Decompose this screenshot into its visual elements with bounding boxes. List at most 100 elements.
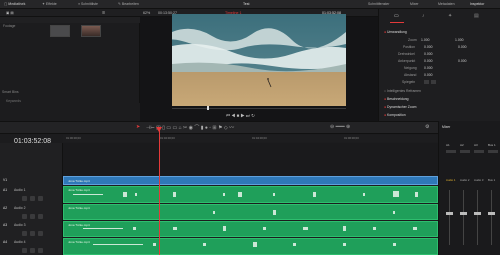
metadata-tab[interactable]: Metadaten xyxy=(438,2,455,6)
track-name[interactable]: Audio 1 xyxy=(14,188,26,192)
media-pool-header xyxy=(0,17,140,23)
anchor-x[interactable]: 0.000 xyxy=(424,59,433,63)
rotation-label: Drehwinkel xyxy=(398,52,415,56)
inspector-tab[interactable]: Inspektor xyxy=(470,2,484,6)
zoom-label: Zoom xyxy=(408,38,417,42)
yaw-value[interactable]: 0.000 xyxy=(424,73,433,77)
mute-button[interactable] xyxy=(38,196,43,201)
eq-slot[interactable] xyxy=(474,150,484,153)
pitch-value[interactable]: 0.000 xyxy=(424,66,433,70)
media-pool-tab[interactable]: ▢ Mediathek xyxy=(4,2,25,6)
lock-icon[interactable] xyxy=(22,248,27,253)
ruler-label: 01:06:00;00 xyxy=(344,136,359,140)
track-id: A1 xyxy=(3,188,8,192)
channel-label: Audio 1 xyxy=(446,178,456,182)
audio-waveforms xyxy=(73,191,418,247)
flip-v-button[interactable] xyxy=(431,80,436,84)
mixer-channel: Bus 1 xyxy=(488,143,496,147)
rotation-value[interactable]: 0.000 xyxy=(424,52,433,56)
zoom-y[interactable]: 1.000 xyxy=(455,38,464,42)
effects-tab-icon[interactable]: ✦ xyxy=(448,13,452,19)
track-name[interactable]: Audio 3 xyxy=(14,223,26,227)
ruler-label: 01:00:00;00 xyxy=(66,136,81,140)
scrubber-handle[interactable] xyxy=(207,106,209,110)
empty-track-area[interactable] xyxy=(63,143,438,176)
video-frame[interactable] xyxy=(172,14,346,106)
mute-button[interactable] xyxy=(38,248,43,253)
mixer-channel: A1 xyxy=(446,143,450,147)
track-name[interactable]: Audio 4 xyxy=(14,240,26,244)
mute-button[interactable] xyxy=(38,214,43,219)
track-id: A4 xyxy=(3,240,8,244)
timeline-tab[interactable]: Schnittfenster xyxy=(368,2,389,6)
position-x[interactable]: 0.000 xyxy=(424,45,433,49)
pitch-label: Neigung xyxy=(404,66,417,70)
crop-section[interactable]: ● Beschneidung xyxy=(384,97,409,101)
timeline-ruler[interactable] xyxy=(63,135,438,142)
track-name[interactable]: Audio 2 xyxy=(14,206,26,210)
fader-handle[interactable] xyxy=(488,212,495,215)
clip-thumbnail[interactable] xyxy=(81,25,101,37)
fader-handle[interactable] xyxy=(446,212,453,215)
solo-button[interactable] xyxy=(30,248,35,253)
smart-bins-label[interactable]: Smart Bins xyxy=(2,90,19,94)
playhead[interactable] xyxy=(159,127,160,255)
track-id: A3 xyxy=(3,223,8,227)
video-tab-icon[interactable]: ▭ xyxy=(394,13,399,19)
viewer-scrubber[interactable] xyxy=(172,108,346,109)
effects-tab[interactable]: ✦ Effekte xyxy=(42,2,57,6)
audio-tab-icon[interactable]: ♪ xyxy=(422,13,425,19)
edit-tab[interactable]: ✎ Bearbeiten xyxy=(118,2,139,6)
flip-h-button[interactable] xyxy=(424,80,429,84)
track-id: A2 xyxy=(3,206,8,210)
solo-button[interactable] xyxy=(30,196,35,201)
smart-reframe-section[interactable]: ○ Intelligentes Reframen xyxy=(384,89,421,93)
position-y[interactable]: 0.000 xyxy=(458,45,467,49)
timeline-options-icon[interactable]: ⚙ xyxy=(425,124,429,130)
top-bar: ▢ Mediathek ✦ Effekte ≡ Schnittliste ✎ B… xyxy=(0,0,500,9)
mixer-channel: A3 xyxy=(474,143,478,147)
mute-button[interactable] xyxy=(38,231,43,236)
zoom-slider[interactable]: ⊖ ━━━ ⊕ xyxy=(330,124,350,130)
fader-track xyxy=(449,190,450,245)
clip-label: Jona Türke.mp4 xyxy=(68,179,90,183)
beach-footage xyxy=(172,14,346,106)
zoom-level[interactable]: 62% xyxy=(143,11,150,15)
clip-thumbnail[interactable] xyxy=(50,25,70,37)
ruler-label: 01:02:00;00 xyxy=(160,136,175,140)
fader-handle[interactable] xyxy=(460,212,467,215)
file-tab-icon[interactable]: ▤ xyxy=(474,13,479,19)
transform-section[interactable]: ● Umwandlung xyxy=(384,30,407,34)
eq-slot[interactable] xyxy=(488,150,498,153)
lock-icon[interactable] xyxy=(22,214,27,219)
eq-slot[interactable] xyxy=(460,150,470,153)
list-view-icon[interactable]: ☰ xyxy=(102,11,105,15)
fader-handle[interactable] xyxy=(474,212,481,215)
composite-section[interactable]: ● Komposition xyxy=(384,113,406,117)
flip-label: Spiegeln xyxy=(402,80,416,84)
fader-track xyxy=(491,190,492,245)
anchor-y[interactable]: 0.000 xyxy=(458,59,467,63)
transport-controls[interactable]: ⏮ ◀ ■ ▶ ⏭ ↻ xyxy=(226,113,255,119)
zoom-x[interactable]: 1.000 xyxy=(421,38,430,42)
channel-label: Audio 2 xyxy=(460,178,470,182)
folder-label[interactable]: Footage xyxy=(3,24,15,28)
keywords-label[interactable]: Keywords xyxy=(6,99,21,103)
lock-icon[interactable] xyxy=(22,196,27,201)
dynamic-zoom-section[interactable]: ● Dynamischer Zoom xyxy=(384,105,416,109)
selection-tool-icon[interactable]: ➤ xyxy=(136,124,140,130)
eq-slot[interactable] xyxy=(446,150,456,153)
track-id: V1 xyxy=(3,178,8,182)
project-title: Test xyxy=(243,2,250,6)
solo-button[interactable] xyxy=(30,231,35,236)
solo-button[interactable] xyxy=(30,214,35,219)
view-icon[interactable]: ▣ ▤ xyxy=(6,11,14,15)
fader-track xyxy=(477,190,478,245)
lock-icon[interactable] xyxy=(22,231,27,236)
mixer-tab[interactable]: Mixer xyxy=(410,2,419,6)
video-clip[interactable]: Jona Türke.mp4 xyxy=(63,176,438,185)
media-pool xyxy=(0,17,140,103)
anchor-label: Ankerpunkt xyxy=(398,59,416,63)
edit-index-tab[interactable]: ≡ Schnittliste xyxy=(78,2,98,6)
mixer-title: Mixer xyxy=(442,125,451,129)
